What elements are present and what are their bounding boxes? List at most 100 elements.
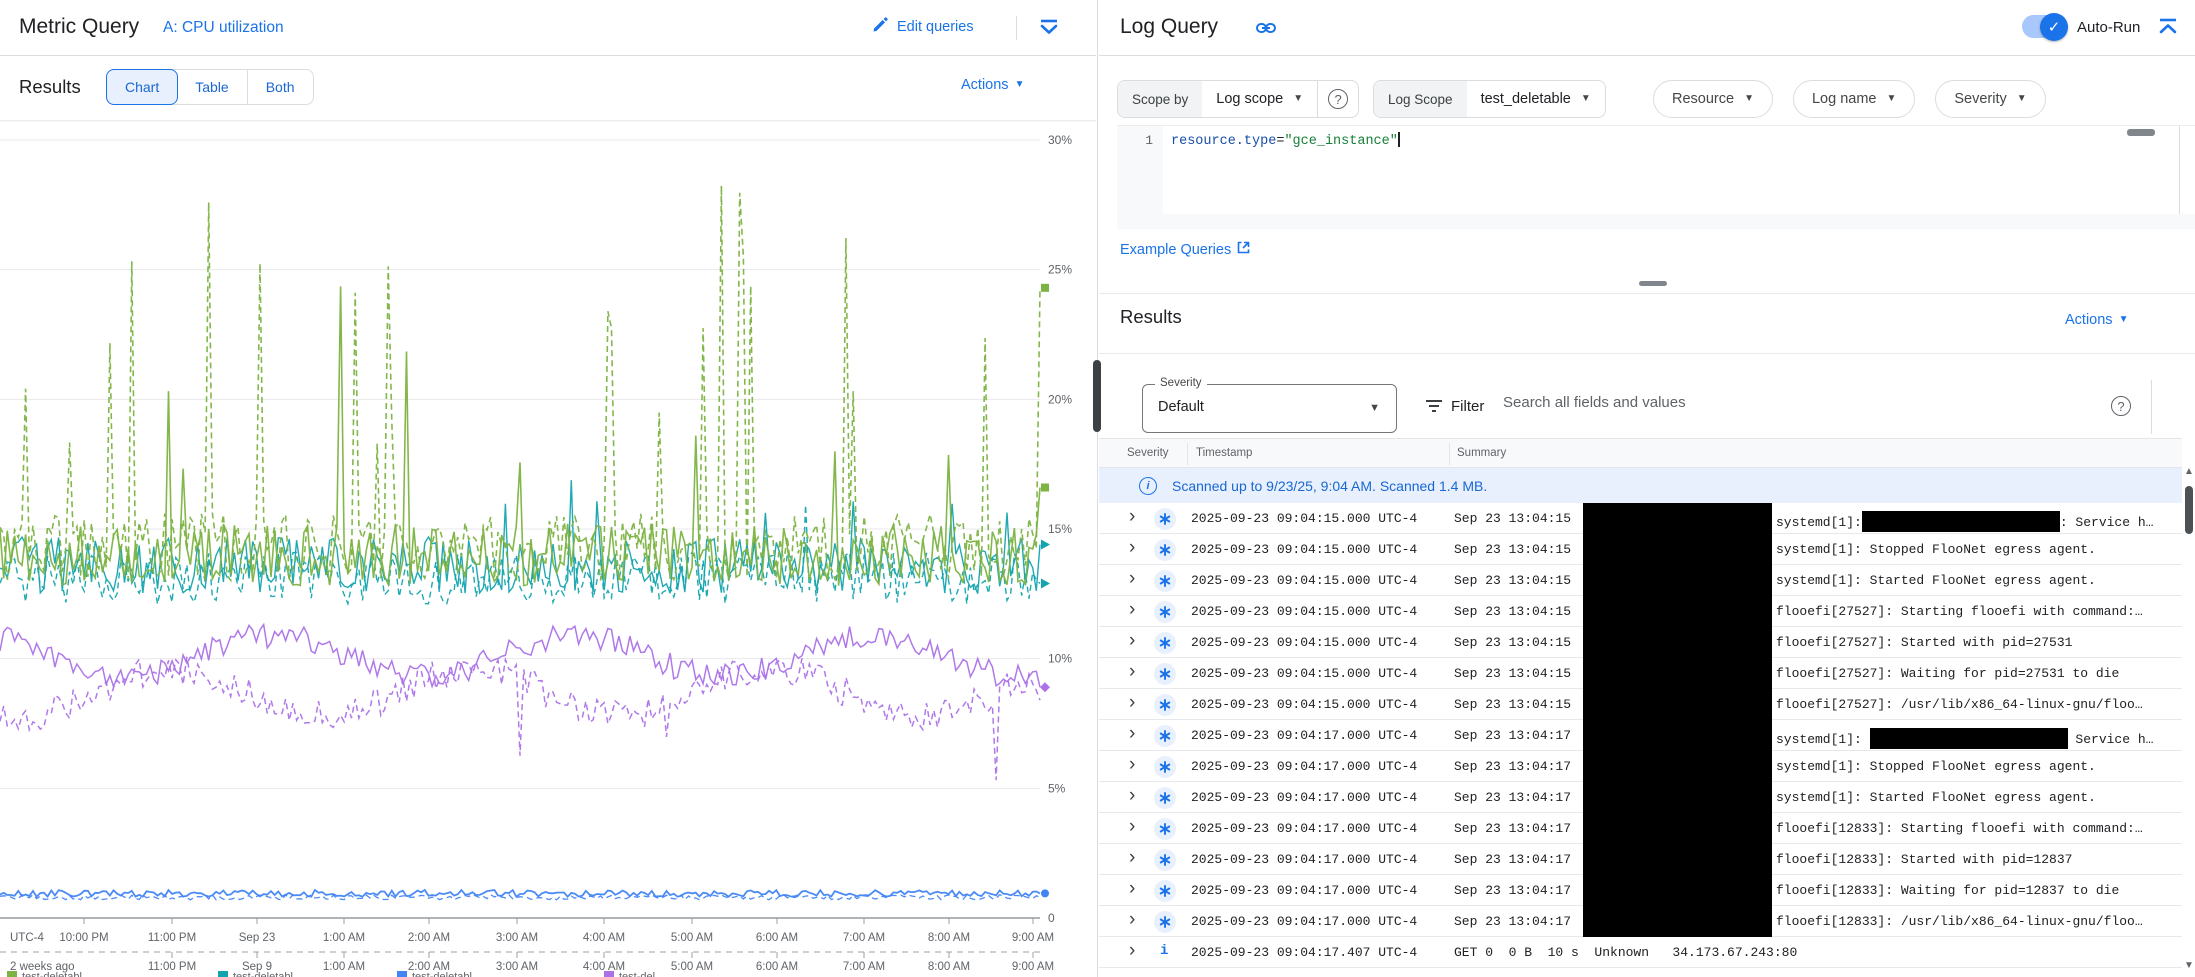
query-editor[interactable]: 1 resource.type="gce_instance" [1117, 125, 2195, 229]
log-timestamp: 2025-09-23 09:04:15.000 UTC-4 [1191, 604, 1417, 619]
collapse-panel-down-icon[interactable] [1038, 18, 1060, 43]
filter-pill-severity[interactable]: Severity▼ [1935, 80, 2045, 118]
expand-row-icon[interactable]: › [1129, 785, 1135, 807]
svg-text:7:00 AM: 7:00 AM [843, 961, 885, 973]
log-scope-select[interactable]: test_deletable ▼ [1467, 81, 1605, 117]
log-timestamp: 2025-09-23 09:04:17.000 UTC-4 [1191, 852, 1417, 867]
tab-table[interactable]: Table [177, 70, 247, 104]
edit-queries-button[interactable]: Edit queries [872, 16, 974, 37]
link-icon[interactable] [1256, 20, 1276, 41]
severity-dropdown[interactable]: Severity Default ▼ [1142, 384, 1397, 433]
severity-default-icon [1154, 725, 1176, 747]
log-row[interactable]: ›i2025-09-23 09:04:17.407 UTC-4GET 0 0 B… [1099, 937, 2182, 968]
expand-row-icon[interactable]: › [1129, 940, 1135, 962]
svg-text:Sep 9: Sep 9 [242, 961, 272, 973]
log-scope-value: Log scope [1216, 91, 1283, 107]
scope-by-label: Scope by [1118, 81, 1202, 117]
expand-row-icon[interactable]: › [1129, 909, 1135, 931]
log-timestamp: 2025-09-23 09:04:17.407 UTC-4 [1191, 945, 1417, 960]
code-value: "gce_instance" [1284, 134, 1397, 149]
expand-row-icon[interactable]: › [1129, 754, 1135, 776]
log-scope-dropdown[interactable]: Log scope ▼ [1202, 81, 1317, 117]
search-input[interactable] [1503, 394, 2063, 411]
expand-row-icon[interactable]: › [1129, 723, 1135, 745]
redaction-overlay [1583, 503, 1772, 937]
collapse-panel-up-icon[interactable] [2157, 17, 2179, 42]
log-summary-prefix: Sep 23 13:04:17 [1454, 883, 1571, 898]
expand-row-icon[interactable]: › [1129, 599, 1135, 621]
expand-row-icon[interactable]: › [1129, 816, 1135, 838]
caret-down-icon: ▼ [1581, 94, 1591, 104]
filter-pill-log-name[interactable]: Log name▼ [1793, 80, 1915, 118]
editor-hscroll-thumb[interactable] [2127, 129, 2155, 136]
log-actions-button[interactable]: Actions ▼ [2065, 312, 2128, 328]
log-summary-prefix: Sep 23 13:04:15 [1454, 573, 1571, 588]
metric-results-toolbar: Results ChartTableBoth Actions ▼ [0, 56, 1096, 121]
panel-divider [1097, 0, 1098, 977]
log-timestamp: 2025-09-23 09:04:17.000 UTC-4 [1191, 883, 1417, 898]
scroll-down-icon[interactable]: ▼ [2184, 960, 2194, 971]
editor-vscroll-track[interactable] [2179, 126, 2195, 214]
view-tabs: ChartTableBoth [106, 69, 314, 105]
svg-text:8:00 AM: 8:00 AM [928, 961, 970, 973]
column-separator [1187, 443, 1188, 465]
results-help-button[interactable]: ? [2111, 396, 2131, 416]
severity-default-icon [1154, 880, 1176, 902]
severity-default-icon [1154, 663, 1176, 685]
svg-text:1:00 AM: 1:00 AM [323, 961, 365, 973]
svg-text:2:00 AM: 2:00 AM [408, 932, 450, 944]
severity-default-icon [1154, 508, 1176, 530]
scroll-up-icon[interactable]: ▲ [2184, 466, 2194, 477]
svg-text:0: 0 [1048, 911, 1055, 925]
redaction-box [1862, 511, 2060, 532]
svg-text:6:00 AM: 6:00 AM [756, 961, 798, 973]
severity-default-icon [1154, 694, 1176, 716]
log-timestamp: 2025-09-23 09:04:15.000 UTC-4 [1191, 542, 1417, 557]
tab-both[interactable]: Both [248, 70, 313, 104]
toolbar-separator [2151, 380, 2152, 434]
metric-query-header: Metric Query A: CPU utilization Edit que… [0, 0, 1096, 56]
editor-code-line[interactable]: resource.type="gce_instance" [1163, 126, 2179, 214]
example-queries-link[interactable]: Example Queries [1120, 241, 1250, 258]
log-message: flooefi[12833]: Waiting for pid=12837 to… [1776, 883, 2119, 898]
log-scope-chip-label: Log Scope [1374, 81, 1467, 117]
severity-default-icon [1154, 911, 1176, 933]
severity-info-icon: i [1160, 943, 1168, 959]
severity-default-icon [1154, 787, 1176, 809]
section-resize-handle[interactable] [1639, 281, 1667, 286]
scrollbar-thumb[interactable] [2185, 486, 2193, 534]
expand-row-icon[interactable]: › [1129, 847, 1135, 869]
severity-default-icon [1154, 601, 1176, 623]
scope-help-button[interactable]: ? [1317, 81, 1358, 117]
auto-run-label: Auto-Run [2077, 19, 2140, 36]
expand-row-icon[interactable]: › [1129, 506, 1135, 528]
log-message: flooefi[12833]: /usr/lib/x86_64-linux-gn… [1776, 914, 2143, 929]
log-timestamp: 2025-09-23 09:04:17.000 UTC-4 [1191, 759, 1417, 774]
log-summary-prefix: Sep 23 13:04:17 [1454, 759, 1571, 774]
log-timestamp: 2025-09-23 09:04:17.000 UTC-4 [1191, 821, 1417, 836]
severity-default-icon [1154, 570, 1176, 592]
log-message: systemd[1]: Started FlooNet egress agent… [1776, 573, 2096, 588]
expand-row-icon[interactable]: › [1129, 692, 1135, 714]
pencil-icon [872, 16, 889, 37]
log-summary-prefix: Sep 23 13:04:15 [1454, 666, 1571, 681]
expand-row-icon[interactable]: › [1129, 630, 1135, 652]
filter-pill-resource[interactable]: Resource▼ [1653, 80, 1773, 118]
query-a-chip[interactable]: A: CPU utilization [163, 19, 284, 37]
log-message: systemd[1]: Stopped FlooNet egress agent… [1776, 542, 2096, 557]
tab-chart[interactable]: Chart [106, 69, 178, 105]
svg-text:20%: 20% [1048, 392, 1072, 406]
cpu-utilization-chart: 30%25%20%15%10%5%0UTC-410:00 PM11:00 PMS… [0, 0, 1096, 977]
log-timestamp: 2025-09-23 09:04:17.000 UTC-4 [1191, 790, 1417, 805]
log-message: flooefi[27527]: Starting flooefi with co… [1776, 604, 2143, 619]
expand-row-icon[interactable]: › [1129, 661, 1135, 683]
expand-row-icon[interactable]: › [1129, 568, 1135, 590]
expand-row-icon[interactable]: › [1129, 537, 1135, 559]
metric-actions-button[interactable]: Actions ▼ [961, 77, 1024, 93]
log-timestamp: 2025-09-23 09:04:17.000 UTC-4 [1191, 914, 1417, 929]
expand-row-icon[interactable]: › [1129, 878, 1135, 900]
external-link-icon [1237, 241, 1250, 258]
svg-text:2:00 AM: 2:00 AM [408, 961, 450, 973]
auto-run-toggle[interactable]: ✓ [2022, 15, 2066, 38]
example-queries-label: Example Queries [1120, 242, 1231, 258]
